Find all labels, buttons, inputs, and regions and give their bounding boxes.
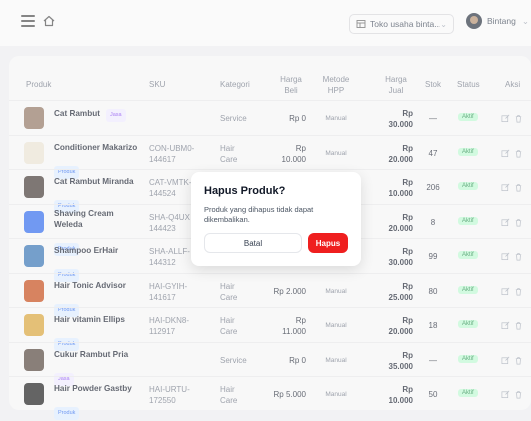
- dialog-message: Produk yang dihapus tidak dapat dikembal…: [204, 205, 314, 224]
- delete-product-dialog: Hapus Produk? Produk yang dihapus tidak …: [191, 172, 361, 266]
- cancel-button[interactable]: Batal: [204, 233, 302, 253]
- dialog-title: Hapus Produk?: [204, 185, 286, 197]
- confirm-delete-button[interactable]: Hapus: [308, 233, 348, 253]
